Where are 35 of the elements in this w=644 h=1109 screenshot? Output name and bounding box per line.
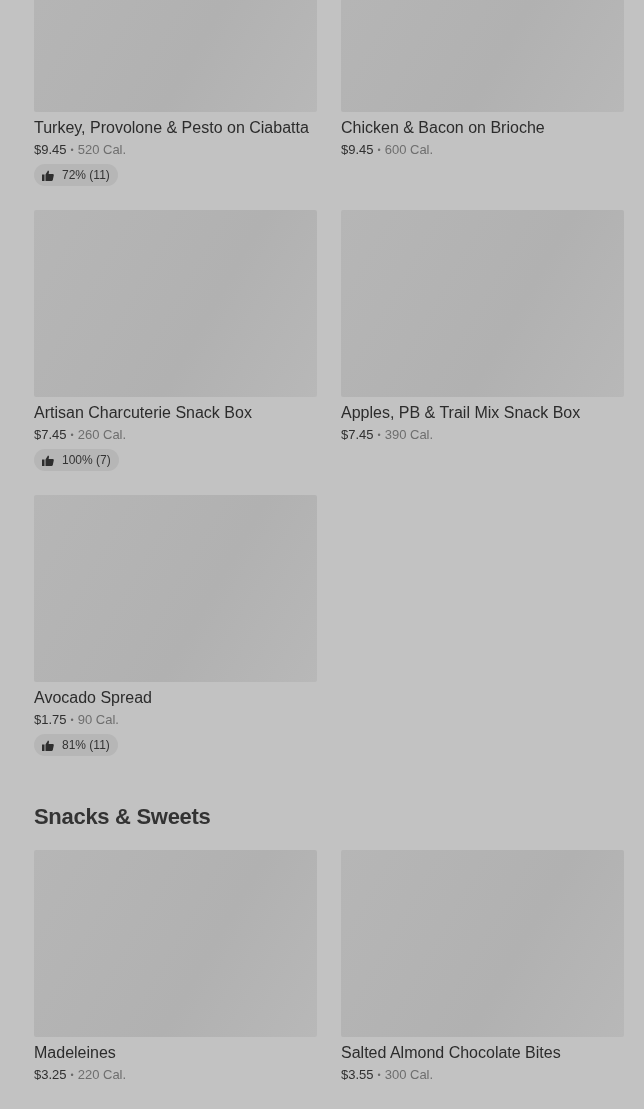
item-calories: 300 Cal. bbox=[384, 1066, 434, 1084]
item-price: $7.45 bbox=[34, 426, 67, 444]
item-name[interactable]: Apples, PB & Trail Mix Snack Box bbox=[341, 403, 581, 423]
separator-dot: • bbox=[377, 1069, 381, 1082]
item-calories: 390 Cal. bbox=[384, 426, 434, 444]
item-calories: 90 Cal. bbox=[77, 711, 119, 729]
separator-dot: • bbox=[70, 429, 74, 442]
item-price: $3.25 bbox=[34, 1066, 67, 1084]
separator-dot: • bbox=[377, 144, 381, 157]
rating-badge: 72% (11) bbox=[34, 164, 118, 186]
separator-dot: • bbox=[70, 144, 74, 157]
item-name[interactable]: Salted Almond Chocolate Bites bbox=[341, 1043, 561, 1063]
rating-badge: 100% (7) bbox=[34, 449, 119, 471]
item-price: $9.45 bbox=[341, 141, 374, 159]
section-heading: Snacks & Sweets bbox=[34, 803, 212, 831]
rating-badge: 81% (11) bbox=[34, 734, 118, 756]
item-calories: 220 Cal. bbox=[77, 1066, 127, 1084]
item-price: $9.45 bbox=[34, 141, 67, 159]
thumbs-up-icon bbox=[42, 739, 54, 751]
separator-dot: • bbox=[70, 1069, 74, 1082]
item-calories: 520 Cal. bbox=[77, 141, 127, 159]
item-price: $3.55 bbox=[341, 1066, 374, 1084]
item-price: $7.45 bbox=[341, 426, 374, 444]
item-calories: 260 Cal. bbox=[77, 426, 127, 444]
separator-dot: • bbox=[70, 714, 74, 727]
item-name[interactable]: Chicken & Bacon on Brioche bbox=[341, 118, 545, 138]
item-name[interactable]: Madeleines bbox=[34, 1043, 116, 1063]
item-price: $1.75 bbox=[34, 711, 67, 729]
separator-dot: • bbox=[377, 429, 381, 442]
item-calories: 600 Cal. bbox=[384, 141, 434, 159]
item-name[interactable]: Turkey, Provolone & Pesto on Ciabatta bbox=[34, 118, 309, 138]
thumbs-up-icon bbox=[42, 169, 54, 181]
item-name[interactable]: Avocado Spread bbox=[34, 688, 152, 708]
item-name[interactable]: Artisan Charcuterie Snack Box bbox=[34, 403, 252, 423]
thumbs-up-icon bbox=[42, 454, 54, 466]
